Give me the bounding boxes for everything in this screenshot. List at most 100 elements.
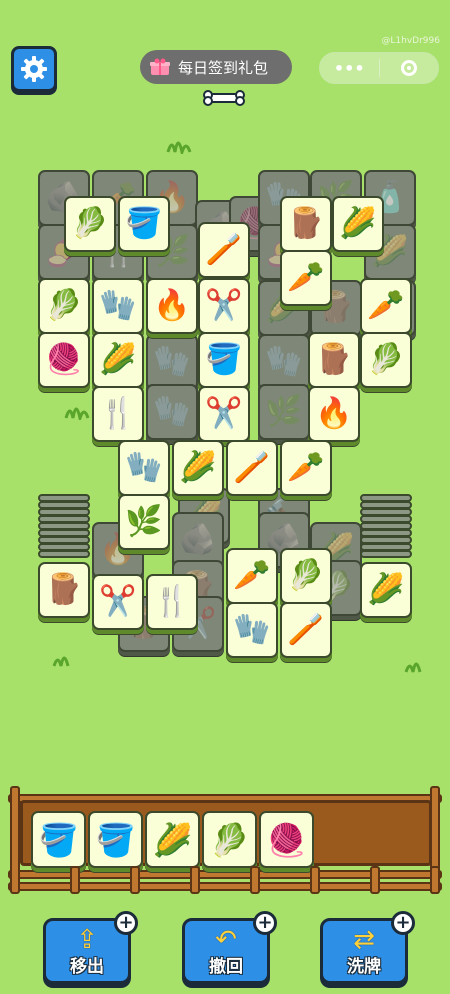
tile-icon: 🥕 [287,260,325,295]
move-out-button[interactable]: ⇪ 移出 + [43,911,138,984]
covered-tile: 🧤 [258,334,310,390]
tile-icon: ✂️ [205,288,243,323]
fence-post [370,866,380,894]
user-id-text: @L1hvDr996 [381,36,440,46]
board-tile[interactable]: 🪥 [198,222,250,278]
fence-post [310,866,320,894]
board-tile[interactable]: ✂️ [92,574,144,630]
board-tile[interactable]: 🥬 [360,332,412,388]
tile-icon: 🧤 [99,288,137,323]
tile-icon: 🥬 [71,206,109,241]
board-tile[interactable]: 🧶 [38,332,90,388]
board-tile[interactable]: 🧤 [92,278,144,334]
board-tile[interactable]: 🪣 [118,196,170,252]
board-tile[interactable]: 🌽 [92,332,144,388]
add-move-out-button[interactable]: + [114,911,138,935]
board-tile[interactable]: 🪵 [38,562,90,618]
board-tile[interactable]: 🥕 [280,440,332,496]
tile-icon: ✂️ [99,584,137,619]
tile-icon: 🥕 [367,288,405,323]
tile-icon: 🪣 [38,820,79,859]
tile-icon: 🔥 [153,288,191,323]
grass-tuft-icon [404,662,422,673]
fence-post [250,866,260,894]
board-tile[interactable]: 🔥 [146,278,198,334]
tile-icon: 🌽 [367,572,405,607]
tile-icon: 🪣 [125,206,163,241]
grass-tuft-icon [64,407,90,420]
board-tile[interactable]: 🌽 [172,440,224,496]
board-tile[interactable]: 🥕 [360,278,412,334]
bone-icon [203,90,245,106]
tile-icon: 🪣 [205,342,243,377]
tile-icon: 🧤 [233,612,271,647]
add-shuffle-button[interactable]: + [391,911,415,935]
covered-tile: 🧤 [146,334,198,390]
shuffle-label: 洗牌 [347,957,381,977]
daily-gift-button[interactable]: 每日签到礼包 [140,50,292,84]
tray-slot-tile: 🥬 [202,811,257,868]
tile-icon: 🪵 [315,342,353,377]
stack-tile-edge [38,550,90,558]
fence-post [130,866,140,894]
tile-tray-area: 🪣 🪣 🌽 🥬 🧶 [8,786,442,896]
grass-tuft-icon [166,141,192,154]
tile-icon: 🧤 [153,394,191,429]
fence-post [70,866,80,894]
board-tile[interactable]: 🧤 [226,602,278,658]
tile-icon: 🪥 [233,450,271,485]
board-tile[interactable]: 🥬 [280,548,332,604]
tile-icon: 🪣 [95,820,136,859]
board-tile[interactable]: ✂️ [198,386,250,442]
tile-icon: 🧶 [45,342,83,377]
game-stage: @L1hvDr996 每日签到礼包 ••• 🪨 🥕 🔥 🧶 🧴 🍠 🍴 🌿 🌽 … [0,0,450,994]
undo-label: 撤回 [209,957,243,977]
add-undo-button[interactable]: + [253,911,277,935]
gift-box-icon [150,58,170,75]
tile-icon: 🥕 [233,558,271,593]
board-tile[interactable]: 🪥 [280,602,332,658]
tile-icon: 🪥 [287,612,325,647]
board-tile[interactable]: ✂️ [198,278,250,334]
settings-button[interactable] [11,46,57,92]
board-tile[interactable]: 🌽 [360,562,412,618]
board-tile[interactable]: 🔥 [308,386,360,442]
fence-post [10,786,20,894]
tile-icon: 🥬 [367,342,405,377]
tile-icon: 🍴 [153,584,191,619]
mini-program-capsule: ••• [319,52,439,84]
board-tile[interactable]: 🍴 [92,386,144,442]
board-tile[interactable]: 🌽 [332,196,384,252]
tray-slot-tile: 🧶 [259,811,314,868]
board-tile[interactable]: 🪵 [308,332,360,388]
close-mini-program-button[interactable] [380,53,439,83]
tray-slot-tile: 🪣 [88,811,143,868]
daily-gift-label: 每日签到礼包 [178,58,269,77]
covered-tile: 🧤 [146,384,198,440]
tile-icon: 🥕 [287,450,325,485]
tile-icon: 🪵 [287,206,325,241]
board-tile[interactable]: 🪵 [280,196,332,252]
board-tile[interactable]: 🥬 [64,196,116,252]
board-tile[interactable]: 🥕 [280,250,332,306]
tile-tray: 🪣 🪣 🌽 🥬 🧶 [20,800,432,868]
board-tile[interactable]: 🍴 [146,574,198,630]
more-menu-button[interactable]: ••• [320,53,379,83]
tile-icon: 🔥 [315,396,353,431]
board-tile[interactable]: 🧤 [118,440,170,496]
fence-post [430,866,440,894]
tile-icon: 🥬 [209,820,250,859]
board-tile[interactable]: 🥕 [226,548,278,604]
board-tile[interactable]: 🪥 [226,440,278,496]
covered-tile: 🌿 [258,384,310,440]
tile-icon: ✂️ [205,396,243,431]
tile-icon: 🌽 [179,450,217,485]
undo-button[interactable]: ↶ 撤回 + [182,911,277,984]
tile-icon: 🥬 [45,288,83,323]
shuffle-button[interactable]: ⇄ 洗牌 + [320,911,415,984]
board-tile[interactable]: 🪣 [198,332,250,388]
tile-icon: 🧤 [125,450,163,485]
board-tile[interactable]: 🌿 [118,494,170,550]
board-tile[interactable]: 🥬 [38,278,90,334]
tile-icon: 🪵 [45,572,83,607]
